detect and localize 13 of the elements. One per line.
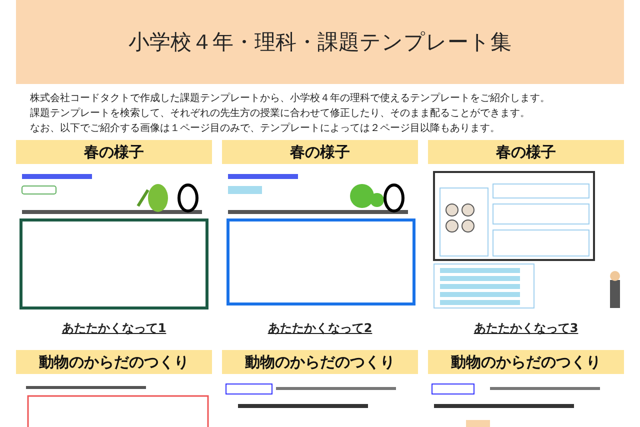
template-link[interactable]: あたたかくなって3 <box>474 320 578 338</box>
section-heading: 春の様子 <box>222 140 418 164</box>
intro-text: 課題テンプレートを検索して、それぞれの先生方の授業に合わせて修正したり、そのまま配ることができます。 <box>30 107 531 121</box>
intro-text: なお、以下でご紹介する画像は１ページ目のみで、テンプレートによっては２ページ目以降もあります。 <box>30 122 501 136</box>
section-heading: 春の様子 <box>428 140 624 164</box>
template-link[interactable]: あたたかくなって2 <box>268 320 372 338</box>
template-link[interactable]: あたたかくなって1 <box>62 320 166 338</box>
section-heading: 動物のからだのつくり <box>428 350 624 374</box>
section-heading: 春の様子 <box>16 140 212 164</box>
section-heading: 動物のからだのつくり <box>222 350 418 374</box>
section-heading: 動物のからだのつくり <box>16 350 212 374</box>
intro-text: 株式会社コードタクトで作成した課題テンプレートから、小学校４年の理科で使えるテンプレートをご紹介します。 <box>30 92 551 106</box>
page-title: 小学校４年・理科・課題テンプレート集 <box>128 29 512 56</box>
